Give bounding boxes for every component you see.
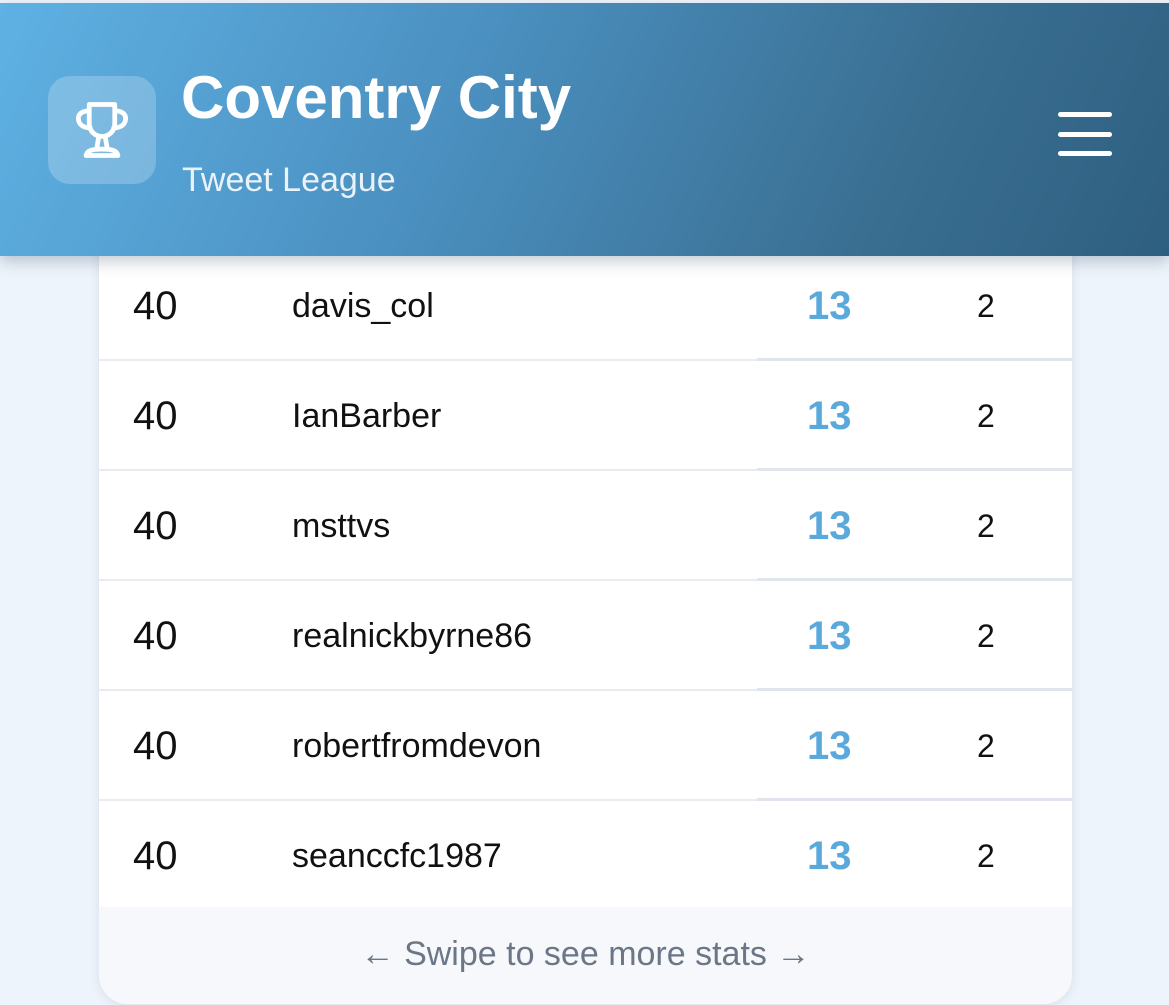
points-cell: 13	[807, 283, 852, 328]
stat-cell: 2	[977, 617, 995, 654]
trophy-icon	[48, 76, 156, 184]
rank-cell: 40	[133, 833, 178, 878]
table-row[interactable]: 40 davis_col 13 2	[99, 251, 1072, 362]
stat-cell: 2	[977, 507, 995, 544]
rank-cell: 40	[133, 283, 178, 328]
page-subtitle: Tweet League	[182, 161, 396, 199]
username-cell: seanccfc1987	[292, 836, 502, 875]
rank-cell: 40	[133, 393, 178, 438]
username-cell: davis_col	[292, 286, 434, 325]
swipe-hint: ← Swipe to see more stats →	[99, 907, 1072, 1004]
stat-cell: 2	[977, 287, 995, 324]
stat-cell: 2	[977, 397, 995, 434]
username-cell: msttvs	[292, 506, 391, 545]
points-cell: 13	[807, 503, 852, 548]
table-row[interactable]: 40 realnickbyrne86 13 2	[99, 581, 1072, 692]
app-header: Coventry City Tweet League	[0, 3, 1169, 256]
points-cell: 13	[807, 613, 852, 658]
rank-cell: 40	[133, 503, 178, 548]
stat-cell: 2	[977, 727, 995, 764]
table-row[interactable]: 40 robertfromdevon 13 2	[99, 691, 1072, 802]
rank-cell: 40	[133, 613, 178, 658]
leaderboard-table[interactable]: 40 davis_col 13 2 40 IanBarber 13 2 40 m…	[99, 251, 1072, 911]
hamburger-menu-icon[interactable]	[1052, 103, 1120, 163]
points-cell: 13	[807, 393, 852, 438]
swipe-hint-text: ← Swipe to see more stats →	[360, 935, 811, 973]
points-cell: 13	[807, 833, 852, 878]
username-cell: realnickbyrne86	[292, 616, 533, 655]
username-cell: IanBarber	[292, 396, 442, 435]
stat-cell: 2	[977, 837, 995, 874]
table-row[interactable]: 40 msttvs 13 2	[99, 471, 1072, 582]
points-cell: 13	[807, 723, 852, 768]
username-cell: robertfromdevon	[292, 726, 542, 765]
rank-cell: 40	[133, 723, 178, 768]
table-row[interactable]: 40 seanccfc1987 13 2	[99, 801, 1072, 911]
page-title: Coventry City	[181, 64, 572, 131]
leaderboard-card: 40 davis_col 13 2 40 IanBarber 13 2 40 m…	[98, 200, 1073, 1005]
table-row[interactable]: 40 IanBarber 13 2	[99, 361, 1072, 472]
